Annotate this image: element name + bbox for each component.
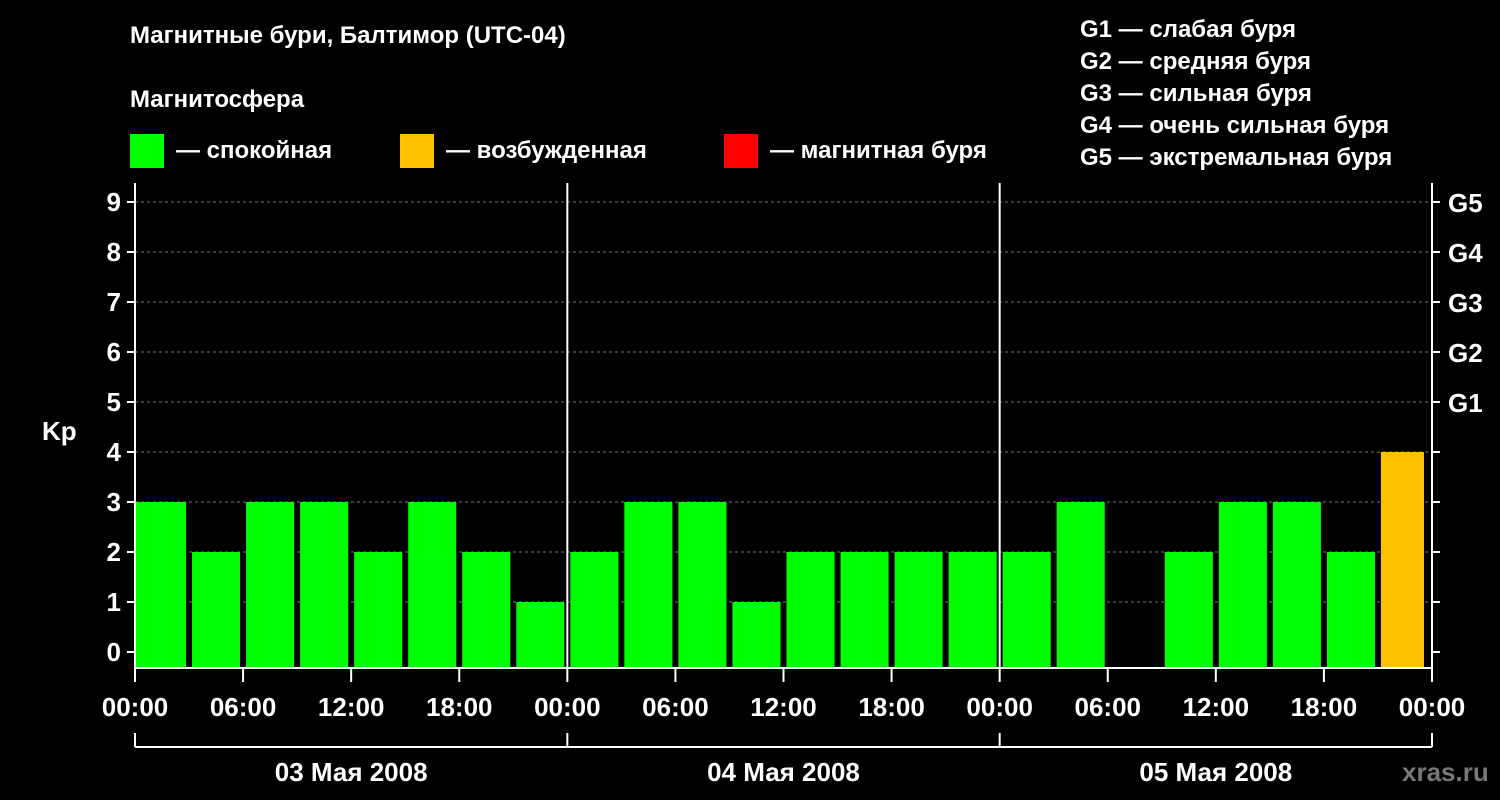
kp-bar (1272, 502, 1321, 668)
kp-bar (894, 552, 943, 668)
g-level-label: G5 (1448, 188, 1483, 218)
g-level-label: G4 (1448, 238, 1483, 268)
kp-bar (1326, 552, 1375, 668)
y-tick-label: 6 (107, 337, 121, 367)
y-tick-label: 9 (107, 187, 121, 217)
kp-bar (192, 552, 241, 668)
kp-bar (300, 502, 349, 668)
kp-bar (1164, 552, 1213, 668)
kp-bar (516, 602, 565, 668)
g-level-label: G3 (1448, 288, 1483, 318)
g-level-label: G2 (1448, 338, 1483, 368)
x-tick-label: 00:00 (102, 692, 169, 722)
day-label: 04 Мая 2008 (707, 757, 860, 787)
x-tick-label: 18:00 (1291, 692, 1358, 722)
x-tick-label: 06:00 (1075, 692, 1142, 722)
kp-bar (624, 502, 673, 668)
kp-bar (732, 602, 781, 668)
x-tick-label: 00:00 (966, 692, 1033, 722)
g-level-label: G1 (1448, 388, 1483, 418)
y-tick-label: 0 (107, 637, 121, 667)
kp-bar (408, 502, 457, 668)
x-tick-label: 18:00 (426, 692, 493, 722)
kp-bar (678, 502, 727, 668)
x-tick-label: 12:00 (750, 692, 817, 722)
kp-bar (246, 502, 295, 668)
kp-bar (1056, 502, 1105, 668)
y-tick-label: 5 (107, 387, 121, 417)
kp-bar (786, 552, 835, 668)
y-tick-label: 4 (107, 437, 122, 467)
kp-bar (840, 552, 889, 668)
x-tick-label: 00:00 (534, 692, 601, 722)
kp-bar (1380, 452, 1424, 668)
y-tick-label: 3 (107, 487, 121, 517)
watermark: xras.ru (1402, 757, 1489, 787)
x-tick-label: 00:00 (1399, 692, 1466, 722)
kp-bar (948, 552, 997, 668)
x-tick-label: 18:00 (858, 692, 925, 722)
x-tick-label: 06:00 (210, 692, 277, 722)
kp-bar (1002, 552, 1051, 668)
kp-bar (136, 502, 187, 668)
y-axis-label: Kp (42, 416, 77, 446)
y-tick-label: 1 (107, 587, 121, 617)
day-label: 05 Мая 2008 (1139, 757, 1292, 787)
kp-bar (462, 552, 511, 668)
kp-bar (354, 552, 403, 668)
x-tick-label: 12:00 (318, 692, 385, 722)
kp-bar (570, 552, 619, 668)
y-tick-label: 8 (107, 237, 121, 267)
kp-bar (1218, 502, 1267, 668)
day-label: 03 Мая 2008 (275, 757, 428, 787)
y-tick-label: 7 (107, 287, 121, 317)
kp-bar-chart: 0 1 2 3 4 5 6 7 8 9 G1 G2 G3 G4 G5 Kp 00:00 06:00 12:00 18:… (42, 183, 1483, 787)
y-tick-label: 2 (107, 537, 121, 567)
x-tick-label: 12:00 (1183, 692, 1250, 722)
x-tick-label: 06:00 (642, 692, 709, 722)
